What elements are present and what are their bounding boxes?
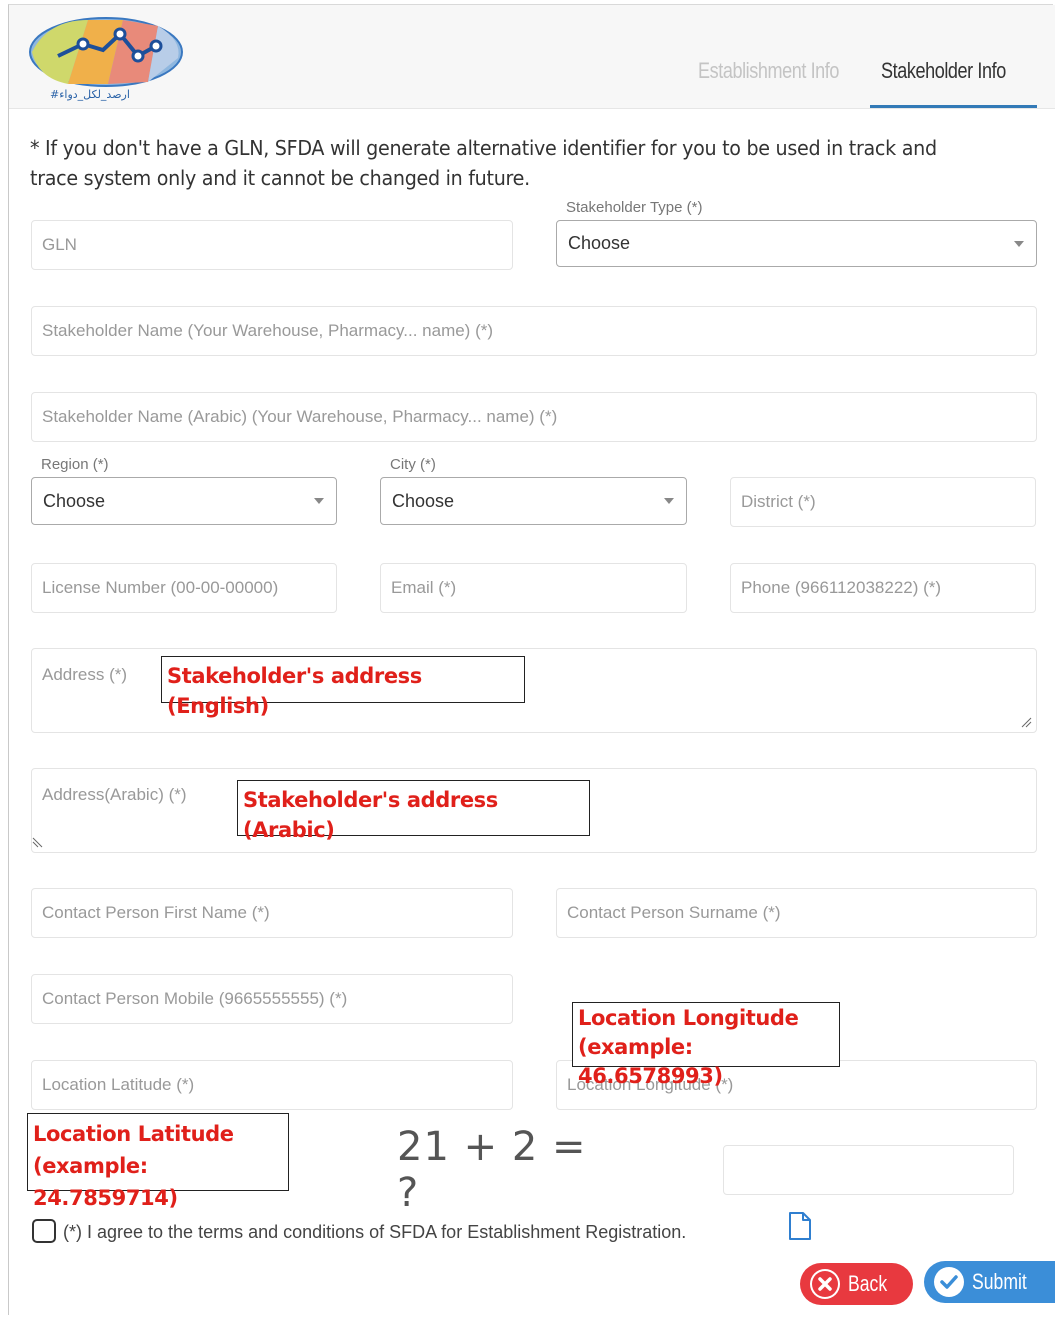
contact-surname-input[interactable]: Contact Person Surname (*) (556, 888, 1037, 938)
region-value: Choose (43, 490, 106, 511)
captcha-answer-input[interactable] (723, 1145, 1014, 1195)
annotation-longitude-example: (example: 46.6578993) (578, 1035, 723, 1088)
city-value: Choose (392, 490, 455, 511)
annotation-address-english: Stakeholder's address (English) (161, 656, 525, 718)
chevron-down-icon (1014, 240, 1024, 247)
license-number-input[interactable]: License Number (00-00-00000) (31, 563, 337, 613)
city-label: City (*) (390, 456, 436, 473)
region-select[interactable]: Choose (31, 477, 337, 525)
email-input[interactable]: Email (*) (380, 563, 687, 613)
submit-button-label: Submit (972, 1269, 1027, 1294)
region-label: Region (*) (41, 456, 109, 473)
document-icon[interactable] (788, 1211, 812, 1241)
active-tab-indicator (870, 105, 1037, 108)
resize-handle-icon[interactable] (1020, 716, 1032, 728)
resize-handle-icon[interactable] (32, 836, 44, 848)
gln-input[interactable]: GLN (31, 220, 513, 270)
annotation-longitude: Location Longitude (example: 46.6578993) (572, 1002, 840, 1088)
phone-input[interactable]: Phone (966112038222) (*) (730, 563, 1036, 613)
stakeholder-type-label: Stakeholder Type (*) (566, 199, 703, 216)
stakeholder-type-select[interactable]: Choose (556, 220, 1037, 267)
annotation-latitude: Location Latitude (example: 24.7859714) (27, 1113, 289, 1210)
chevron-down-icon (664, 498, 674, 504)
annotation-longitude-title: Location Longitude (578, 1006, 799, 1030)
submit-button[interactable]: Submit (924, 1261, 1055, 1303)
tab-establishment-info[interactable]: Establishment Info (698, 58, 839, 84)
captcha-image: 21 + 2 = ? (397, 1124, 587, 1216)
city-select[interactable]: Choose (380, 477, 687, 525)
tab-stakeholder-info[interactable]: Stakeholder Info (881, 58, 1006, 84)
close-circle-icon (810, 1269, 840, 1299)
terms-checkbox[interactable] (32, 1219, 56, 1243)
stakeholder-name-arabic-input[interactable]: Stakeholder Name (Arabic) (Your Warehous… (31, 392, 1037, 442)
check-circle-icon (934, 1267, 964, 1297)
back-button-label: Back (848, 1271, 888, 1296)
logo-text: #ارصد_لكل_دواء (50, 88, 130, 101)
back-button[interactable]: Back (800, 1263, 913, 1305)
contact-mobile-input[interactable]: Contact Person Mobile (9665555555) (*) (31, 974, 513, 1024)
contact-first-name-input[interactable]: Contact Person First Name (*) (31, 888, 513, 938)
annotation-latitude-example: (example: 24.7859714) (33, 1154, 178, 1210)
location-latitude-input[interactable]: Location Latitude (*) (31, 1060, 513, 1110)
stakeholder-type-value: Choose (568, 233, 631, 253)
chevron-down-icon (314, 498, 324, 504)
district-input[interactable]: District (*) (730, 477, 1036, 527)
stakeholder-name-input[interactable]: Stakeholder Name (Your Warehouse, Pharma… (31, 306, 1037, 356)
annotation-latitude-title: Location Latitude (33, 1122, 234, 1146)
terms-text: (*) I agree to the terms and conditions … (63, 1222, 687, 1242)
annotation-address-arabic: Stakeholder's address (Arabic) (237, 780, 590, 842)
gln-note: * If you don't have a GLN, SFDA will gen… (30, 136, 937, 190)
